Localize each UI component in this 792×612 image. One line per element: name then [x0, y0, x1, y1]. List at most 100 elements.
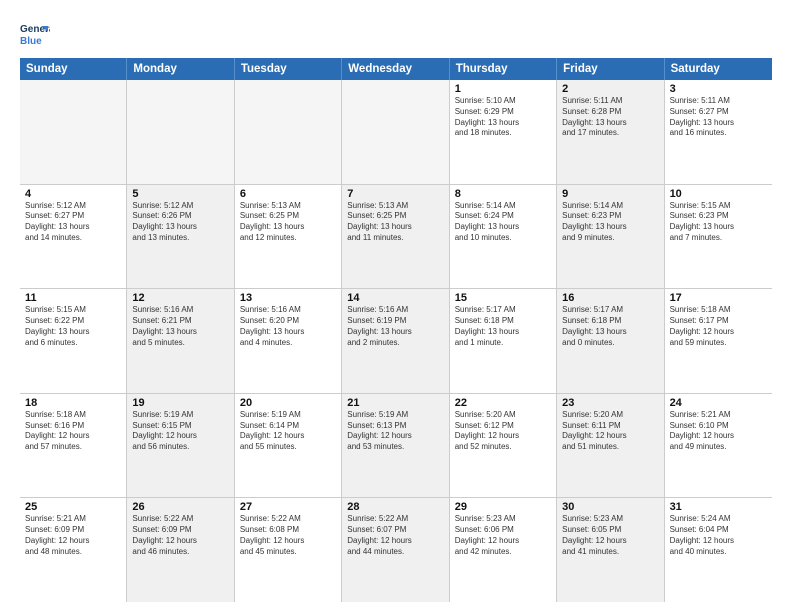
day-cell-11: 11Sunrise: 5:15 AM Sunset: 6:22 PM Dayli… [20, 289, 127, 393]
day-details: Sunrise: 5:22 AM Sunset: 6:08 PM Dayligh… [240, 514, 336, 557]
day-number: 6 [240, 188, 336, 200]
day-cell-22: 22Sunrise: 5:20 AM Sunset: 6:12 PM Dayli… [450, 394, 557, 498]
day-cell-10: 10Sunrise: 5:15 AM Sunset: 6:23 PM Dayli… [665, 185, 772, 289]
day-details: Sunrise: 5:11 AM Sunset: 6:27 PM Dayligh… [670, 96, 767, 139]
day-number: 22 [455, 397, 551, 409]
day-details: Sunrise: 5:12 AM Sunset: 6:26 PM Dayligh… [132, 201, 228, 244]
header: General Blue [20, 18, 772, 48]
day-details: Sunrise: 5:10 AM Sunset: 6:29 PM Dayligh… [455, 96, 551, 139]
day-cell-19: 19Sunrise: 5:19 AM Sunset: 6:15 PM Dayli… [127, 394, 234, 498]
day-details: Sunrise: 5:14 AM Sunset: 6:23 PM Dayligh… [562, 201, 658, 244]
day-cell-7: 7Sunrise: 5:13 AM Sunset: 6:25 PM Daylig… [342, 185, 449, 289]
day-details: Sunrise: 5:22 AM Sunset: 6:07 PM Dayligh… [347, 514, 443, 557]
calendar-body: 1Sunrise: 5:10 AM Sunset: 6:29 PM Daylig… [20, 80, 772, 602]
day-details: Sunrise: 5:16 AM Sunset: 6:21 PM Dayligh… [132, 305, 228, 348]
day-details: Sunrise: 5:20 AM Sunset: 6:12 PM Dayligh… [455, 410, 551, 453]
day-number: 7 [347, 188, 443, 200]
day-number: 5 [132, 188, 228, 200]
day-details: Sunrise: 5:14 AM Sunset: 6:24 PM Dayligh… [455, 201, 551, 244]
day-details: Sunrise: 5:18 AM Sunset: 6:16 PM Dayligh… [25, 410, 121, 453]
day-details: Sunrise: 5:16 AM Sunset: 6:20 PM Dayligh… [240, 305, 336, 348]
day-details: Sunrise: 5:23 AM Sunset: 6:05 PM Dayligh… [562, 514, 658, 557]
day-header-monday: Monday [127, 58, 234, 80]
day-details: Sunrise: 5:19 AM Sunset: 6:14 PM Dayligh… [240, 410, 336, 453]
day-number: 16 [562, 292, 658, 304]
day-details: Sunrise: 5:19 AM Sunset: 6:15 PM Dayligh… [132, 410, 228, 453]
empty-cell-0-3 [342, 80, 449, 184]
empty-cell-0-0 [20, 80, 127, 184]
day-cell-5: 5Sunrise: 5:12 AM Sunset: 6:26 PM Daylig… [127, 185, 234, 289]
day-cell-29: 29Sunrise: 5:23 AM Sunset: 6:06 PM Dayli… [450, 498, 557, 602]
day-cell-1: 1Sunrise: 5:10 AM Sunset: 6:29 PM Daylig… [450, 80, 557, 184]
day-number: 26 [132, 501, 228, 513]
day-details: Sunrise: 5:17 AM Sunset: 6:18 PM Dayligh… [562, 305, 658, 348]
day-cell-25: 25Sunrise: 5:21 AM Sunset: 6:09 PM Dayli… [20, 498, 127, 602]
day-cell-13: 13Sunrise: 5:16 AM Sunset: 6:20 PM Dayli… [235, 289, 342, 393]
calendar-row-1: 4Sunrise: 5:12 AM Sunset: 6:27 PM Daylig… [20, 185, 772, 290]
day-number: 31 [670, 501, 767, 513]
calendar-row-0: 1Sunrise: 5:10 AM Sunset: 6:29 PM Daylig… [20, 80, 772, 185]
day-details: Sunrise: 5:16 AM Sunset: 6:19 PM Dayligh… [347, 305, 443, 348]
day-number: 10 [670, 188, 767, 200]
day-cell-27: 27Sunrise: 5:22 AM Sunset: 6:08 PM Dayli… [235, 498, 342, 602]
day-cell-24: 24Sunrise: 5:21 AM Sunset: 6:10 PM Dayli… [665, 394, 772, 498]
day-details: Sunrise: 5:19 AM Sunset: 6:13 PM Dayligh… [347, 410, 443, 453]
empty-cell-0-1 [127, 80, 234, 184]
day-number: 27 [240, 501, 336, 513]
day-cell-15: 15Sunrise: 5:17 AM Sunset: 6:18 PM Dayli… [450, 289, 557, 393]
day-cell-4: 4Sunrise: 5:12 AM Sunset: 6:27 PM Daylig… [20, 185, 127, 289]
day-cell-16: 16Sunrise: 5:17 AM Sunset: 6:18 PM Dayli… [557, 289, 664, 393]
day-number: 11 [25, 292, 121, 304]
day-number: 14 [347, 292, 443, 304]
day-number: 9 [562, 188, 658, 200]
day-cell-31: 31Sunrise: 5:24 AM Sunset: 6:04 PM Dayli… [665, 498, 772, 602]
day-cell-12: 12Sunrise: 5:16 AM Sunset: 6:21 PM Dayli… [127, 289, 234, 393]
day-cell-20: 20Sunrise: 5:19 AM Sunset: 6:14 PM Dayli… [235, 394, 342, 498]
day-cell-9: 9Sunrise: 5:14 AM Sunset: 6:23 PM Daylig… [557, 185, 664, 289]
day-number: 21 [347, 397, 443, 409]
day-cell-6: 6Sunrise: 5:13 AM Sunset: 6:25 PM Daylig… [235, 185, 342, 289]
day-cell-21: 21Sunrise: 5:19 AM Sunset: 6:13 PM Dayli… [342, 394, 449, 498]
day-details: Sunrise: 5:17 AM Sunset: 6:18 PM Dayligh… [455, 305, 551, 348]
day-cell-30: 30Sunrise: 5:23 AM Sunset: 6:05 PM Dayli… [557, 498, 664, 602]
day-number: 4 [25, 188, 121, 200]
svg-text:Blue: Blue [20, 36, 42, 47]
day-number: 3 [670, 83, 767, 95]
calendar-row-3: 18Sunrise: 5:18 AM Sunset: 6:16 PM Dayli… [20, 394, 772, 499]
day-cell-23: 23Sunrise: 5:20 AM Sunset: 6:11 PM Dayli… [557, 394, 664, 498]
day-header-friday: Friday [557, 58, 664, 80]
day-cell-3: 3Sunrise: 5:11 AM Sunset: 6:27 PM Daylig… [665, 80, 772, 184]
day-header-sunday: Sunday [20, 58, 127, 80]
day-details: Sunrise: 5:24 AM Sunset: 6:04 PM Dayligh… [670, 514, 767, 557]
day-number: 1 [455, 83, 551, 95]
day-cell-2: 2Sunrise: 5:11 AM Sunset: 6:28 PM Daylig… [557, 80, 664, 184]
day-number: 18 [25, 397, 121, 409]
day-number: 19 [132, 397, 228, 409]
calendar: SundayMondayTuesdayWednesdayThursdayFrid… [20, 58, 772, 602]
day-number: 20 [240, 397, 336, 409]
day-details: Sunrise: 5:23 AM Sunset: 6:06 PM Dayligh… [455, 514, 551, 557]
day-number: 8 [455, 188, 551, 200]
calendar-header: SundayMondayTuesdayWednesdayThursdayFrid… [20, 58, 772, 80]
day-details: Sunrise: 5:15 AM Sunset: 6:22 PM Dayligh… [25, 305, 121, 348]
empty-cell-0-2 [235, 80, 342, 184]
logo-icon: General Blue [20, 18, 50, 48]
day-details: Sunrise: 5:22 AM Sunset: 6:09 PM Dayligh… [132, 514, 228, 557]
day-number: 24 [670, 397, 767, 409]
day-details: Sunrise: 5:13 AM Sunset: 6:25 PM Dayligh… [347, 201, 443, 244]
day-cell-26: 26Sunrise: 5:22 AM Sunset: 6:09 PM Dayli… [127, 498, 234, 602]
day-details: Sunrise: 5:18 AM Sunset: 6:17 PM Dayligh… [670, 305, 767, 348]
day-number: 29 [455, 501, 551, 513]
day-cell-28: 28Sunrise: 5:22 AM Sunset: 6:07 PM Dayli… [342, 498, 449, 602]
day-cell-8: 8Sunrise: 5:14 AM Sunset: 6:24 PM Daylig… [450, 185, 557, 289]
logo: General Blue [20, 18, 54, 48]
day-details: Sunrise: 5:15 AM Sunset: 6:23 PM Dayligh… [670, 201, 767, 244]
day-number: 28 [347, 501, 443, 513]
day-number: 12 [132, 292, 228, 304]
day-details: Sunrise: 5:20 AM Sunset: 6:11 PM Dayligh… [562, 410, 658, 453]
day-header-thursday: Thursday [450, 58, 557, 80]
day-details: Sunrise: 5:12 AM Sunset: 6:27 PM Dayligh… [25, 201, 121, 244]
calendar-page: General Blue SundayMondayTuesdayWednesda… [0, 0, 792, 612]
day-header-wednesday: Wednesday [342, 58, 449, 80]
day-details: Sunrise: 5:21 AM Sunset: 6:10 PM Dayligh… [670, 410, 767, 453]
